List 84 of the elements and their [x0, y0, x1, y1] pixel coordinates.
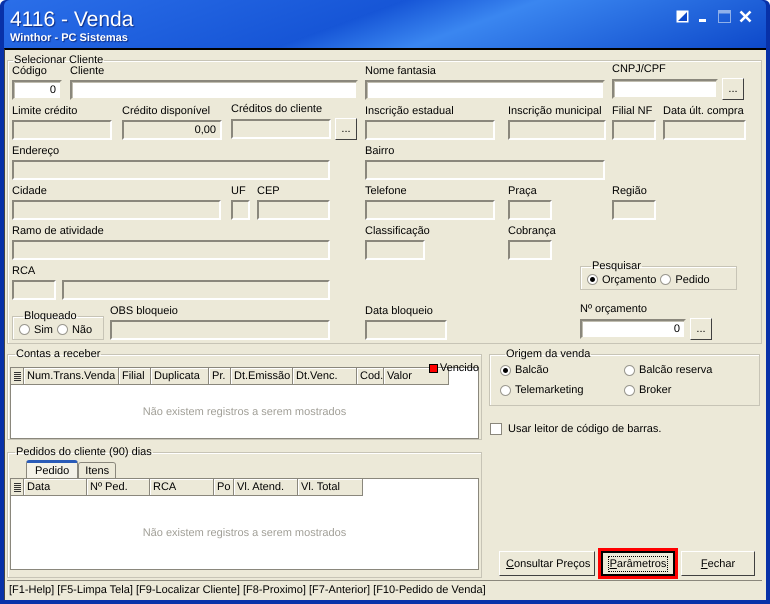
field-label: Código: [12, 65, 47, 78]
field-label: Endereço: [12, 145, 60, 158]
field-label: Região: [612, 185, 647, 198]
readonly-field: [231, 200, 250, 220]
readonly-field: [612, 120, 656, 140]
field-label: Praça: [508, 185, 537, 198]
empty-message: Não existem registros a serem mostrados: [142, 526, 346, 538]
group-title: Contas a receber: [15, 348, 102, 360]
group-title: Selecionar Cliente: [14, 54, 104, 66]
radio-option[interactable]: Broker: [624, 384, 749, 396]
field-label: Classificação: [365, 225, 430, 238]
column-header[interactable]: Data: [24, 479, 87, 496]
column-header[interactable]: Dt.Venc.: [293, 368, 357, 385]
column-header[interactable]: Nº Ped.: [87, 479, 150, 496]
field-label: Data bloqueio: [365, 305, 433, 318]
field-label: Crédito disponível: [122, 105, 210, 118]
field-label: Cidade: [12, 185, 47, 198]
tab[interactable]: Pedido: [26, 460, 78, 478]
field-label: RCA: [12, 265, 36, 278]
readonly-field: [365, 240, 425, 260]
window-subtitle: Winthor - PC Sistemas: [10, 32, 128, 45]
browse-button[interactable]: ...: [335, 118, 357, 140]
radio-option[interactable]: Telemarketing: [500, 384, 624, 396]
field-label: Inscrição municipal: [508, 105, 602, 118]
field-label: CEP: [257, 185, 280, 198]
column-header[interactable]: Filial: [119, 368, 151, 385]
browse-button[interactable]: ...: [690, 318, 712, 340]
column-header[interactable]: Num.Trans.Venda: [24, 368, 119, 385]
field-label: UF: [231, 185, 246, 198]
action-button[interactable]: Parâmetros: [601, 551, 675, 576]
column-header[interactable]: Cod.: [357, 368, 384, 385]
group-title: Bloqueado: [23, 310, 78, 322]
field-label: Nº orçamento: [580, 303, 647, 316]
browse-button[interactable]: ...: [722, 78, 744, 100]
column-chooser-icon[interactable]: [14, 372, 20, 380]
input-field[interactable]: 0: [580, 319, 686, 339]
column-header[interactable]: Dt.Emissão: [231, 368, 293, 385]
checkbox-option[interactable]: Usar leitor de código de barras.: [490, 423, 662, 435]
column-header[interactable]: Duplicata: [151, 368, 209, 385]
window-title: 4116 - Venda: [10, 8, 134, 32]
column-header[interactable]: Vl. Total: [298, 479, 363, 496]
group-title: Pedidos do cliente (90) dias: [15, 446, 153, 458]
tab[interactable]: Itens: [78, 462, 116, 478]
input-field[interactable]: [365, 80, 605, 100]
readonly-field: [508, 240, 552, 260]
field-label: Limite crédito: [12, 105, 78, 118]
readonly-field: [508, 200, 552, 220]
readonly-field: 0,00: [122, 120, 222, 140]
readonly-field: [12, 280, 56, 300]
field-label: CNPJ/CPF: [612, 63, 666, 76]
field-label: Créditos do cliente: [231, 103, 322, 116]
radio-option[interactable]: Balcão reserva: [624, 364, 749, 376]
radio-option[interactable]: Balcão: [500, 364, 624, 376]
radio-option[interactable]: Sim: [19, 324, 53, 336]
field-label: Cobrança: [508, 225, 556, 238]
group-title: Origem da venda: [505, 348, 592, 360]
field-label: Nome fantasia: [365, 65, 436, 78]
field-label: Bairro: [365, 145, 394, 158]
readonly-field: [612, 200, 656, 220]
action-button[interactable]: Consultar Preços: [499, 551, 595, 576]
column-chooser-icon[interactable]: [14, 482, 20, 492]
radio-option[interactable]: Orçamento: [587, 274, 656, 286]
field-label: Inscrição estadual: [365, 105, 454, 118]
field-label: Filial NF: [612, 105, 652, 118]
window-mode-icon[interactable]: [676, 10, 689, 23]
close-icon[interactable]: [739, 10, 752, 23]
empty-message: Não existem registros a serem mostrados: [142, 406, 346, 418]
field-label: Ramo de atividade: [12, 225, 104, 238]
action-button[interactable]: Fechar: [681, 551, 755, 576]
input-field[interactable]: 0: [12, 80, 62, 100]
field-label: Cliente: [70, 65, 104, 78]
column-header[interactable]: RCA: [150, 479, 214, 496]
field-label: OBS bloqueio: [110, 305, 178, 318]
field-label: Telefone: [365, 185, 407, 198]
maximize-icon[interactable]: [718, 10, 731, 23]
radio-option[interactable]: Pedido: [660, 274, 710, 286]
input-field[interactable]: [70, 80, 358, 100]
group-title: Pesquisar: [591, 260, 642, 272]
column-header[interactable]: Vl. Atend.: [234, 479, 298, 496]
radio-option[interactable]: Não: [56, 324, 92, 336]
column-header[interactable]: Po: [214, 479, 234, 496]
field-label: Data últ. compra: [663, 105, 744, 118]
input-field[interactable]: [612, 79, 718, 99]
column-header[interactable]: Pr.: [209, 368, 231, 385]
